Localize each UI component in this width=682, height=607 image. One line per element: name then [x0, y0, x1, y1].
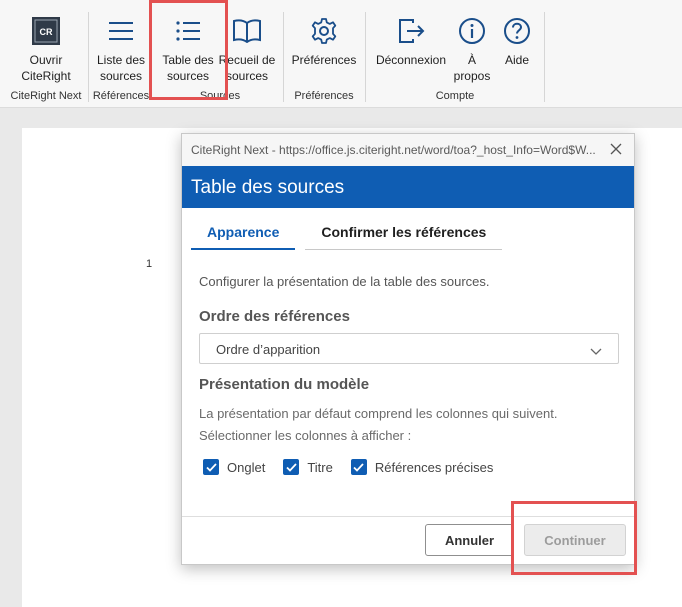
preferences-button[interactable]: Préférences [290, 14, 358, 68]
group-label-preferences: Préférences [294, 90, 354, 102]
model-heading: Présentation du modèle [199, 376, 370, 393]
dialog-tabs: Apparence Confirmer les références [191, 222, 503, 250]
help-button[interactable]: Aide [499, 14, 535, 68]
about-label-2: propos [453, 69, 491, 83]
group-label-citeright-next: CiteRight Next [10, 90, 82, 102]
checkbox-precise-references[interactable]: Références précises [350, 459, 494, 475]
source-collection-label-2: sources [225, 69, 269, 83]
checkbox-title-label: Titre [307, 459, 333, 475]
ribbon-separator [365, 12, 366, 102]
order-select[interactable]: Ordre d’apparition [199, 333, 619, 364]
help-label: Aide [504, 53, 530, 67]
description-line-2: Sélectionner les colonnes à afficher : [199, 428, 412, 443]
group-label-account: Compte [435, 90, 475, 102]
preferences-label: Préférences [291, 53, 357, 67]
checkbox-tab-label: Onglet [227, 459, 266, 475]
tab-spacer [295, 222, 305, 250]
column-checkboxes: Onglet Titre Références précises [203, 459, 511, 475]
info-icon [458, 14, 486, 48]
highlight-box-continue-button [511, 501, 637, 575]
about-label-1: À [467, 53, 476, 67]
dialog-header-title: Table des sources [182, 166, 634, 208]
sign-out-icon [397, 14, 425, 48]
about-button[interactable]: À propos [452, 14, 492, 84]
checkbox-precise-references-label: Références précises [374, 459, 494, 475]
page-number: 1 [146, 258, 153, 270]
source-list-label-1: Liste des [96, 53, 146, 67]
close-icon[interactable] [607, 140, 625, 158]
checkmark-icon [203, 459, 219, 475]
help-icon [503, 14, 531, 48]
dialog-window-title: CiteRight Next - https://office.js.citer… [182, 134, 634, 166]
ribbon-separator [88, 12, 89, 102]
checkbox-tab[interactable]: Onglet [203, 459, 265, 475]
sign-out-label: Déconnexion [375, 53, 447, 67]
source-list-button[interactable]: Liste des sources [92, 14, 150, 84]
order-heading: Ordre des références [199, 308, 350, 325]
checkbox-title[interactable]: Titre [283, 459, 333, 475]
checkmark-icon [350, 459, 367, 475]
intro-text: Configurer la présentation de la table d… [199, 274, 490, 289]
open-citeright-button[interactable]: CR Ouvrir CiteRight [15, 14, 77, 84]
book-icon [233, 14, 261, 48]
chevron-down-icon [590, 344, 602, 359]
open-citeright-label-1: Ouvrir [29, 53, 63, 67]
ribbon-toolbar: CR Ouvrir CiteRight Liste des sources Ta… [0, 0, 682, 108]
ribbon-separator [544, 12, 545, 102]
order-select-value: Ordre d’apparition [216, 342, 321, 357]
source-list-label-2: sources [99, 69, 143, 83]
cancel-button[interactable]: Annuler [425, 524, 514, 556]
citeright-logo-icon: CR [32, 14, 60, 48]
highlight-box-table-button [149, 0, 228, 100]
sign-out-button[interactable]: Déconnexion [374, 14, 448, 68]
tab-appearance[interactable]: Apparence [191, 222, 296, 250]
checkmark-icon [283, 459, 300, 475]
tab-confirm-references[interactable]: Confirmer les références [305, 222, 503, 250]
gear-icon [310, 14, 338, 48]
open-citeright-label-2: CiteRight [21, 69, 71, 83]
ribbon-separator [283, 12, 284, 102]
svg-text:CR: CR [40, 27, 53, 37]
description-line-1: La présentation par défaut comprend les … [199, 406, 558, 421]
list-lines-icon [108, 14, 134, 48]
group-label-references: Références [92, 90, 150, 102]
